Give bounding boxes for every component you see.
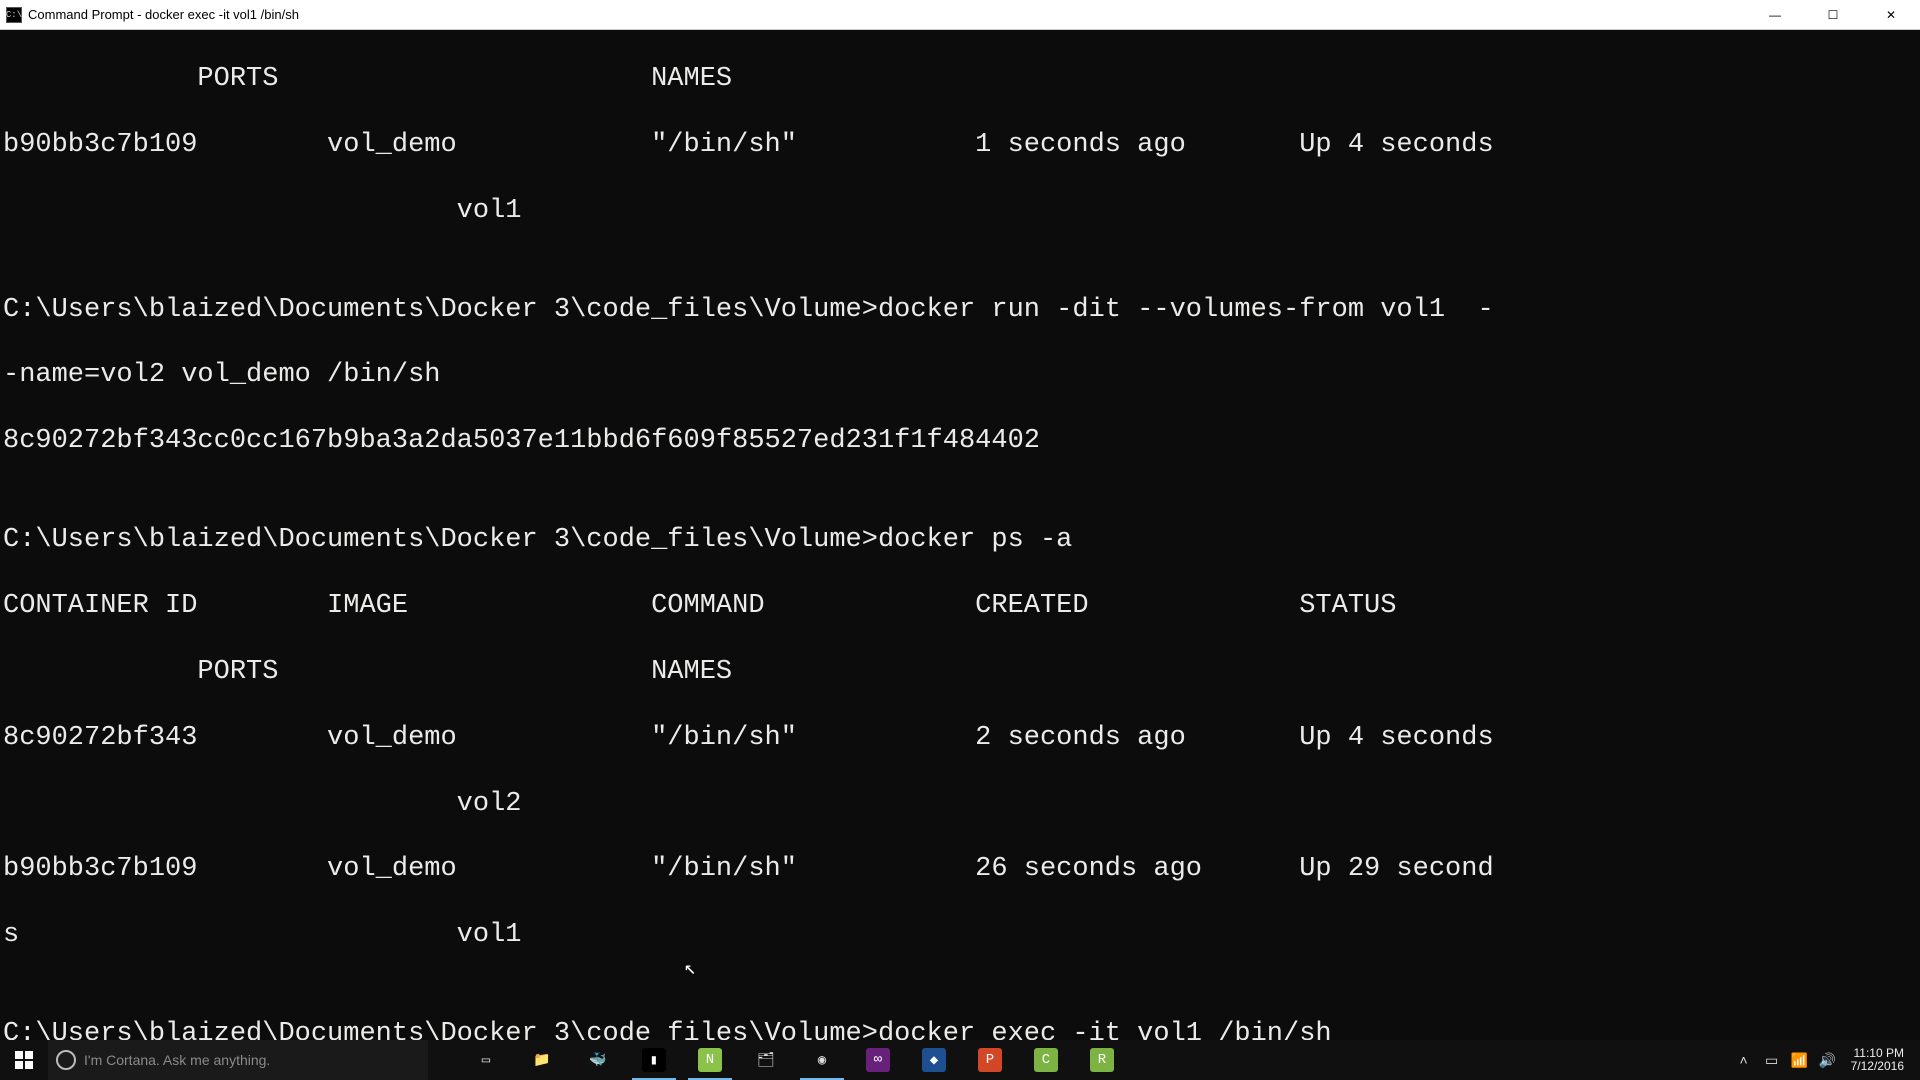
- terminal-output[interactable]: PORTS NAMES b90bb3c7b109 vol_demo "/bin/…: [0, 30, 1920, 1040]
- ps-header: CONTAINER ID IMAGE COMMAND CREATED STATU…: [3, 590, 1917, 623]
- taskbar-app-camtasia[interactable]: C: [1018, 1040, 1074, 1080]
- taskbar-app-file-explorer[interactable]: 📁: [514, 1040, 570, 1080]
- wifi-icon[interactable]: 📶: [1789, 1052, 1811, 1069]
- taskbar-app-windows-explorer[interactable]: 🗂: [738, 1040, 794, 1080]
- cortana-icon: [56, 1050, 76, 1070]
- taskbar-app-command-prompt[interactable]: ▮: [626, 1040, 682, 1080]
- camtasia-rec-icon: R: [1090, 1048, 1114, 1072]
- notepad-plus-icon: N: [698, 1048, 722, 1072]
- titlebar[interactable]: C:\ Command Prompt - docker exec -it vol…: [0, 0, 1920, 30]
- taskbar-app-chrome[interactable]: ◉: [794, 1040, 850, 1080]
- battery-icon[interactable]: ▭: [1761, 1052, 1783, 1069]
- taskbar-app-powerpoint[interactable]: P: [962, 1040, 1018, 1080]
- taskbar-app-visual-studio[interactable]: ∞: [850, 1040, 906, 1080]
- ps-row: b90bb3c7b109 vol_demo "/bin/sh" 26 secon…: [3, 853, 1917, 886]
- file-explorer-icon: 📁: [530, 1048, 554, 1072]
- minimize-button[interactable]: —: [1746, 0, 1804, 29]
- close-button[interactable]: ✕: [1862, 0, 1920, 29]
- visual-studio-icon: ∞: [866, 1048, 890, 1072]
- task-view-icon: ▭: [474, 1048, 498, 1072]
- taskbar-app-virtualbox[interactable]: ◆: [906, 1040, 962, 1080]
- taskbar-app-task-view[interactable]: ▭: [458, 1040, 514, 1080]
- container-hash: 8c90272bf343cc0cc167b9ba3a2da5037e11bbd6…: [3, 425, 1917, 458]
- docker-run-cmd-wrap: -name=vol2 vol_demo /bin/sh: [3, 359, 1917, 392]
- taskbar-app-docker-quickstart[interactable]: 🐳: [570, 1040, 626, 1080]
- cmd-icon: C:\: [6, 7, 22, 23]
- search-placeholder: I'm Cortana. Ask me anything.: [84, 1052, 270, 1068]
- system-tray: ˄ ▭ 📶 🔊 11:10 PM 7/12/2016: [1733, 1040, 1920, 1080]
- taskbar-app-notepad-plus[interactable]: N: [682, 1040, 738, 1080]
- command-prompt-icon: ▮: [642, 1048, 666, 1072]
- ps-row-wrap: s vol1: [3, 919, 1917, 952]
- ps-row-wrap: vol1: [3, 195, 1917, 228]
- docker-ps-cmd: C:\Users\blaized\Documents\Docker 3\code…: [3, 524, 1917, 557]
- windows-logo-icon: [15, 1051, 33, 1069]
- docker-quickstart-icon: 🐳: [586, 1048, 610, 1072]
- chrome-icon: ◉: [810, 1048, 834, 1072]
- ps-header-wrap: PORTS NAMES: [3, 656, 1917, 689]
- ps-row: b90bb3c7b109 vol_demo "/bin/sh" 1 second…: [3, 129, 1917, 162]
- taskbar-apps: ▭ 📁 🐳 ▮ N 🗂 ◉ ∞ ◆ P C R: [458, 1040, 1130, 1080]
- start-button[interactable]: [0, 1040, 48, 1080]
- windows-explorer-icon: 🗂: [754, 1048, 778, 1072]
- taskbar-app-camtasia-rec[interactable]: R: [1074, 1040, 1130, 1080]
- volume-icon[interactable]: 🔊: [1817, 1052, 1839, 1069]
- taskbar: I'm Cortana. Ask me anything. ▭ 📁 🐳 ▮ N 🗂 ◉ ∞ ◆ P…: [0, 1040, 1920, 1080]
- maximize-button[interactable]: ☐: [1804, 0, 1862, 29]
- tray-chevron-icon[interactable]: ˄: [1733, 1052, 1755, 1068]
- powerpoint-icon: P: [978, 1048, 1002, 1072]
- virtualbox-icon: ◆: [922, 1048, 946, 1072]
- docker-exec-cmd: C:\Users\blaized\Documents\Docker 3\code…: [3, 1018, 1917, 1040]
- clock[interactable]: 11:10 PM 7/12/2016: [1845, 1047, 1910, 1073]
- clock-date: 7/12/2016: [1851, 1060, 1904, 1073]
- ps-row-wrap: vol2: [3, 788, 1917, 821]
- docker-run-cmd: C:\Users\blaized\Documents\Docker 3\code…: [3, 294, 1917, 327]
- cortana-search[interactable]: I'm Cortana. Ask me anything.: [48, 1040, 428, 1080]
- window-title: Command Prompt - docker exec -it vol1 /b…: [28, 7, 299, 22]
- ps-row: 8c90272bf343 vol_demo "/bin/sh" 2 second…: [3, 722, 1917, 755]
- camtasia-icon: C: [1034, 1048, 1058, 1072]
- ps-header-wrap: PORTS NAMES: [3, 63, 1917, 96]
